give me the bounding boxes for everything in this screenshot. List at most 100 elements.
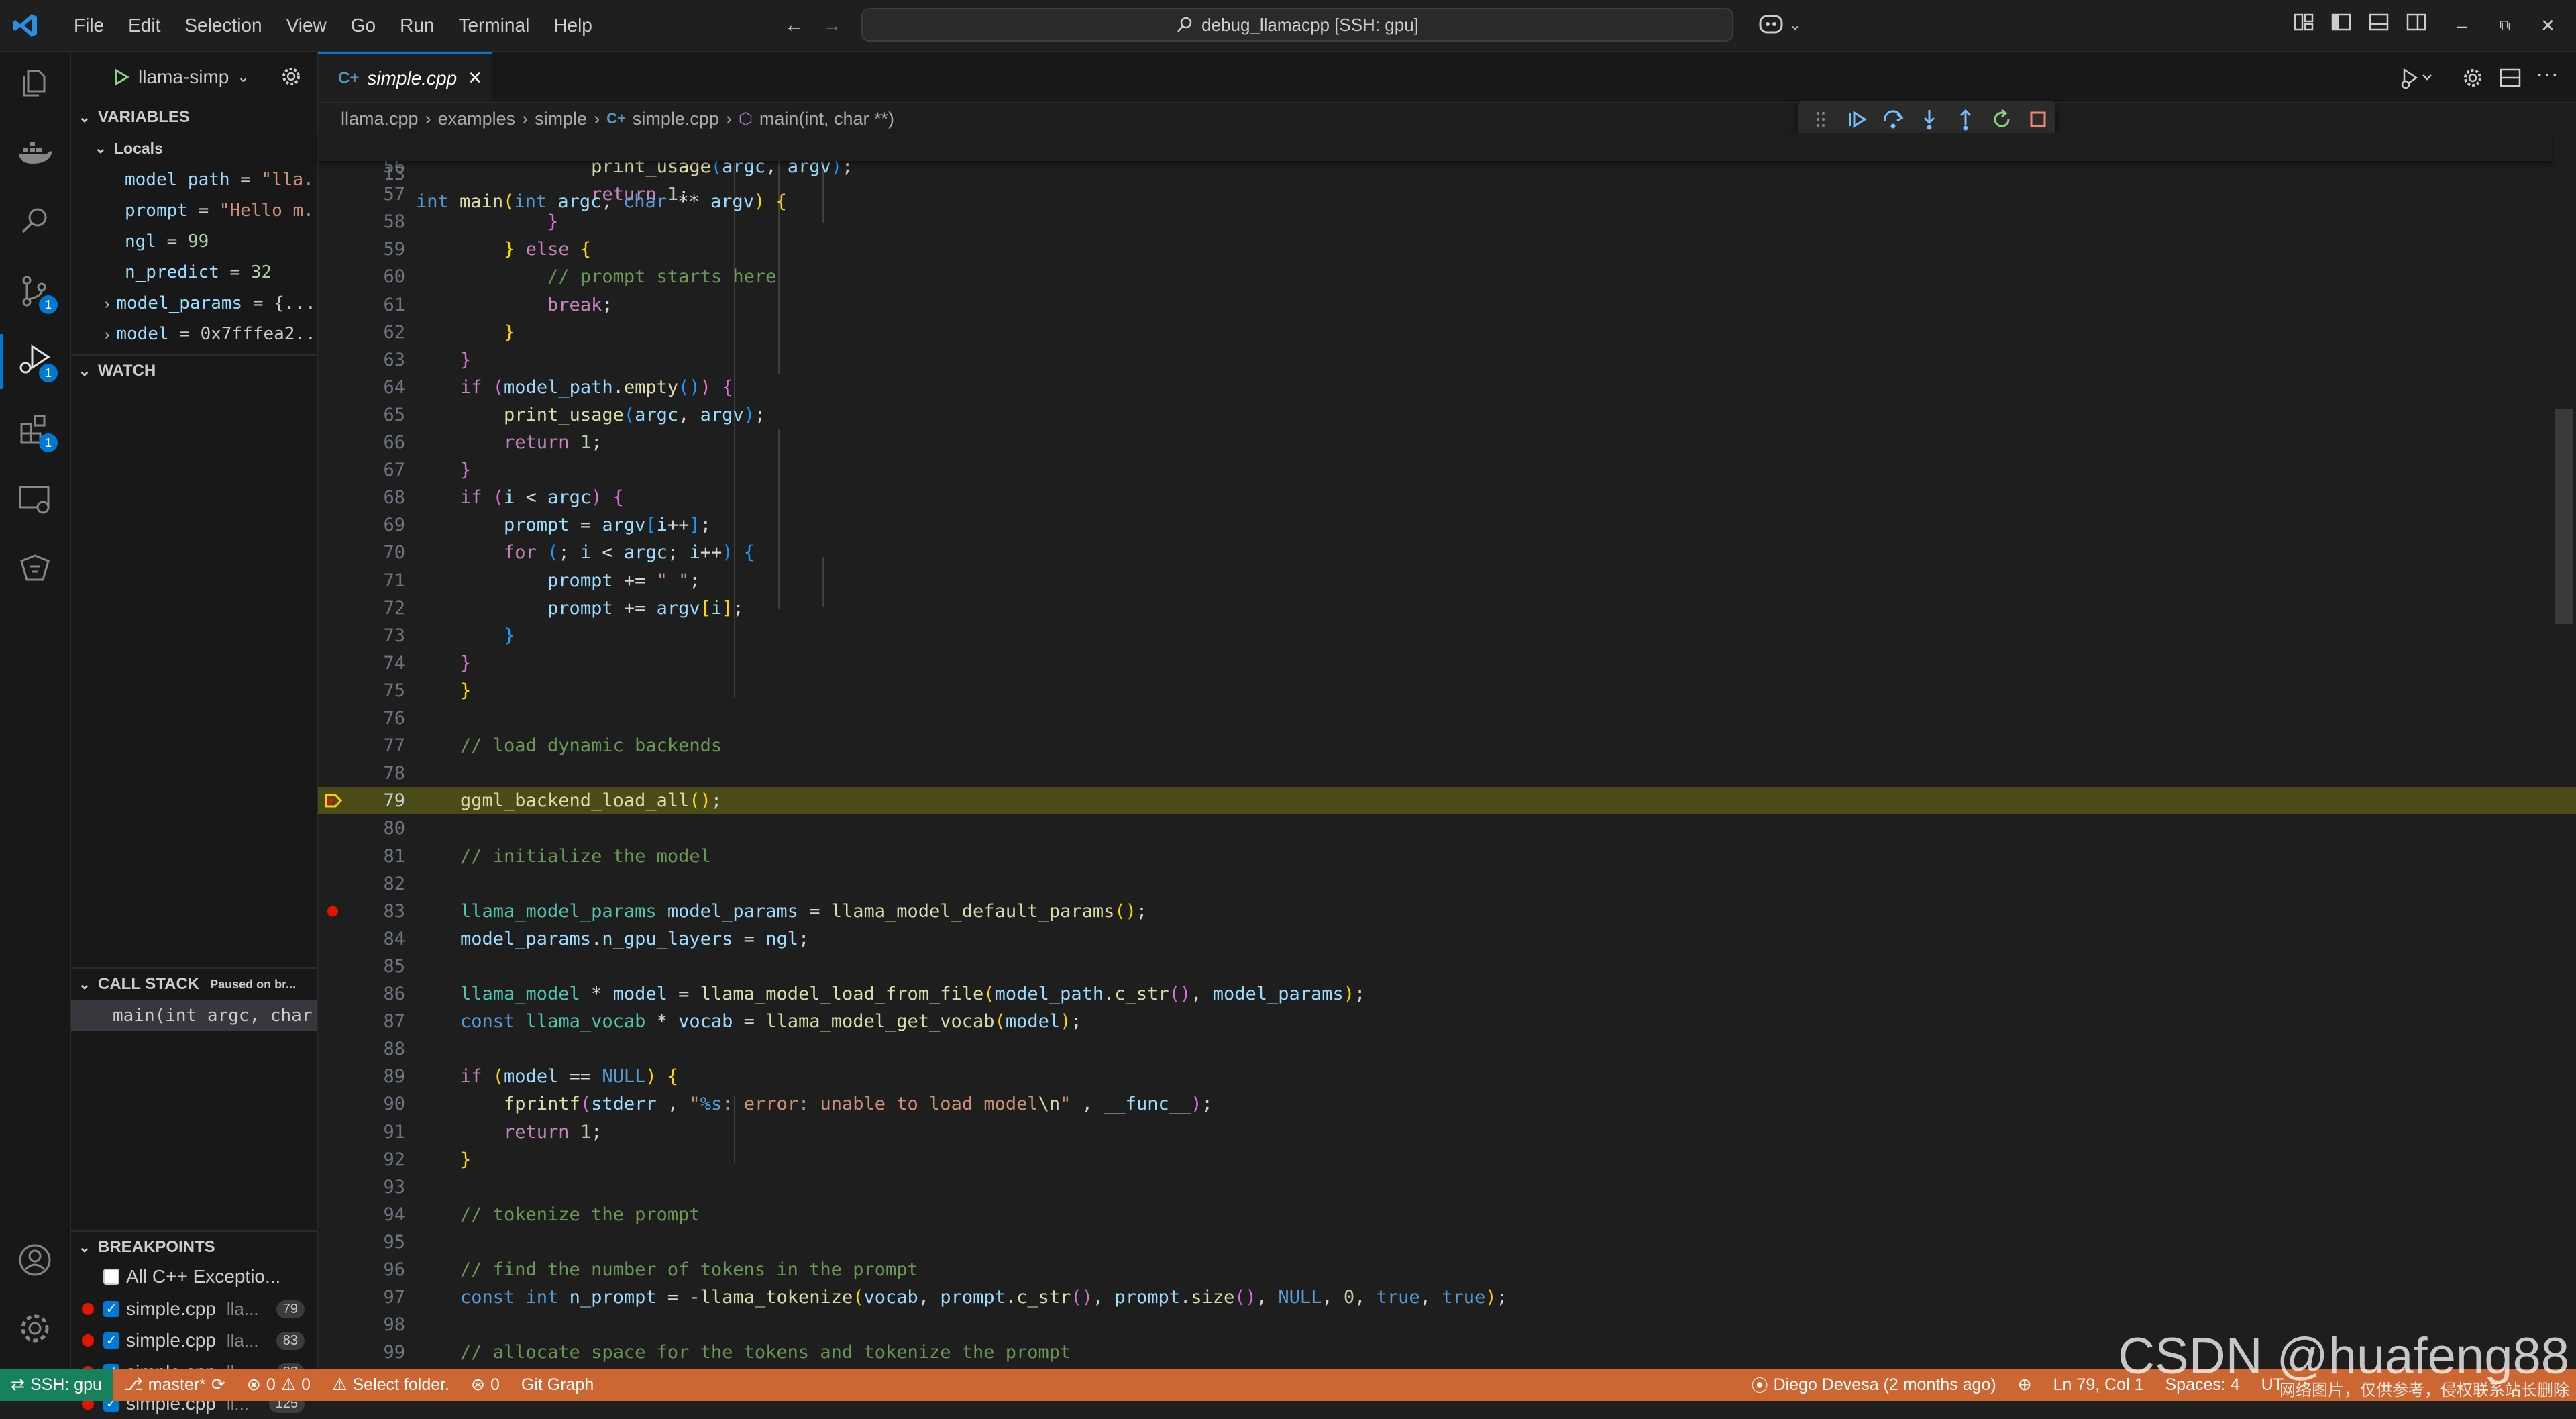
code-line[interactable]: 84 model_params.n_gpu_layers = ngl; [318,925,2576,953]
select-folder-indicator[interactable]: ⚠ Select folder. [321,1369,460,1401]
continue-icon[interactable] [1845,107,1869,132]
variable-row[interactable]: n_predict = 32 [71,256,317,287]
problems-indicator[interactable]: ⊗ 0 ⚠ 0 [236,1369,321,1401]
search-icon[interactable] [15,201,55,242]
accounts-icon[interactable] [15,1240,55,1280]
tab-simple-cpp[interactable]: C+ simple.cpp ✕ [318,52,492,102]
code-line[interactable]: 62 } [318,319,2576,346]
chevron-down-icon[interactable]: ⌄ [1782,12,1809,39]
recipe-icon[interactable] [15,547,55,588]
code-line[interactable]: 73 } [318,622,2576,649]
toggle-primary-sidebar-icon[interactable] [2328,12,2355,39]
restore-icon[interactable]: ⧉ [2491,12,2518,39]
code-line[interactable]: 85 [318,953,2576,980]
code-line[interactable]: 63} [318,346,2576,374]
breadcrumb-item[interactable]: llama.cpp [341,109,419,129]
code-line[interactable]: 59 } else { [318,235,2576,263]
breadcrumb-item[interactable]: simple.cpp [633,109,719,129]
menu-selection[interactable]: Selection [172,0,274,51]
code-line[interactable]: 56 print_usage(argc, argv); [318,161,2576,180]
menu-go[interactable]: Go [339,0,388,51]
extensions-icon[interactable]: 1 [15,409,58,452]
code-line[interactable]: 82 [318,870,2576,898]
more-actions-icon[interactable]: ⋯ [2536,62,2559,89]
breakpoint-dot-icon[interactable] [321,898,345,925]
code-line[interactable]: 97 const int n_prompt = -llama_tokenize(v… [318,1283,2576,1311]
breakpoint-row[interactable]: ✓ simple.cpp lla... 79 [71,1294,317,1324]
explorer-icon[interactable] [15,63,55,103]
toggle-panel-icon[interactable] [2365,12,2392,39]
code-line[interactable]: 94 // tokenize the prompt [318,1201,2576,1228]
breadcrumb-item[interactable]: simple [535,109,587,129]
step-out-icon[interactable] [1953,107,1978,132]
customize-layout-icon[interactable] [2290,12,2317,39]
current-statement-arrow-icon[interactable] [321,787,345,814]
sticky-scroll[interactable]: 13 int main(int argc, char ** argv) { [318,133,2552,212]
step-over-icon[interactable] [1881,107,1905,132]
menu-run[interactable]: Run [388,0,446,51]
close-icon[interactable]: ✕ [468,68,482,89]
code-line[interactable]: 80 [318,814,2576,842]
code-line[interactable]: 83 llama_model_params model_params = llam… [318,898,2576,925]
watch-header[interactable]: ⌄ WATCH [71,354,317,386]
remote-indicator[interactable]: ⇄ SSH: gpu [0,1369,113,1401]
checkbox[interactable] [103,1269,119,1285]
call-stack-header[interactable]: ⌄ CALL STACK Paused on br... [71,967,317,1000]
menu-view[interactable]: View [274,0,339,51]
menu-help[interactable]: Help [541,0,604,51]
checkbox[interactable]: ✓ [103,1332,119,1349]
call-stack-frame[interactable]: main(int argc, char [71,1000,317,1031]
code-line[interactable]: 92} [318,1146,2576,1173]
code-line[interactable]: 89 if (model == NULL) { [318,1063,2576,1090]
code-line[interactable]: 60 // prompt starts here [318,263,2576,291]
branch-indicator[interactable]: ⎇ master* ⟳ [113,1369,236,1401]
start-debugging-icon[interactable] [113,68,130,86]
locals-header[interactable]: ⌄ Locals [71,133,317,164]
command-center[interactable]: debug_llamacpp [SSH: gpu] [861,8,1733,42]
restart-icon[interactable] [1990,107,2014,132]
code-line[interactable]: 91 return 1; [318,1118,2576,1146]
stop-icon[interactable] [2026,107,2050,132]
ports-indicator[interactable]: ⊛ 0 [460,1369,511,1401]
manage-gear-icon[interactable] [15,1308,55,1349]
drag-handle-icon[interactable] [1809,107,1833,132]
code-line[interactable]: 65 print_usage(argc, argv); [318,401,2576,429]
source-control-icon[interactable]: 1 [15,271,58,314]
breadcrumb-item[interactable]: main(int, char **) [759,109,894,129]
code-line[interactable]: 74} [318,649,2576,677]
docker-icon[interactable] [15,132,55,172]
variable-row[interactable]: ngl = 99 [71,225,317,256]
run-debug-dropdown-icon[interactable] [2398,64,2438,91]
debug-settings-gear-icon[interactable] [279,64,303,89]
breakpoint-row[interactable]: ✓ simple.cpp lla... 83 [71,1325,317,1356]
variable-row[interactable]: › model = 0x7fffea2... [71,318,317,349]
code-line[interactable]: 77 // load dynamic backends [318,732,2576,759]
forward-arrow-icon[interactable]: → [818,12,845,39]
code-line[interactable]: 67} [318,456,2576,484]
menu-edit[interactable]: Edit [116,0,172,51]
code-line[interactable]: 90 fprintf(stderr , "%s: error: unable t… [318,1090,2576,1118]
code-line[interactable]: 61 break; [318,291,2576,319]
editor-settings-gear-icon[interactable] [2461,66,2485,90]
menu-terminal[interactable]: Terminal [446,0,541,51]
breakpoints-header[interactable]: ⌄ BREAKPOINTS [71,1230,317,1263]
code-line[interactable]: 93 [318,1173,2576,1201]
variable-row[interactable]: › model_params = {... [71,287,317,318]
split-editor-icon[interactable] [2498,66,2522,90]
checkbox[interactable]: ✓ [103,1301,119,1317]
menu-file[interactable]: File [62,0,116,51]
code-line[interactable]: 68 if (i < argc) { [318,484,2576,511]
close-window-icon[interactable]: ✕ [2534,12,2561,39]
code-editor[interactable]: 56 print_usage(argc, argv); 57 return 1; 5… [318,161,2576,1369]
git-graph-button[interactable]: Git Graph [511,1369,604,1401]
remote-explorer-icon[interactable] [15,479,55,519]
code-line[interactable]: 78 [318,759,2576,787]
minimize-icon[interactable]: – [2449,12,2475,39]
code-line[interactable]: 64 if (model_path.empty()) { [318,374,2576,401]
code-line[interactable]: 71 prompt += " "; [318,567,2576,594]
code-line[interactable]: 86 llama_model * model = llama_model_load… [318,980,2576,1008]
code-line[interactable]: 66 return 1; [318,429,2576,456]
code-line[interactable]: 88 [318,1035,2576,1063]
code-line[interactable]: 87 const llama_vocab * vocab = llama_mode… [318,1008,2576,1035]
variable-row[interactable]: prompt = "Hello m... [71,195,317,225]
